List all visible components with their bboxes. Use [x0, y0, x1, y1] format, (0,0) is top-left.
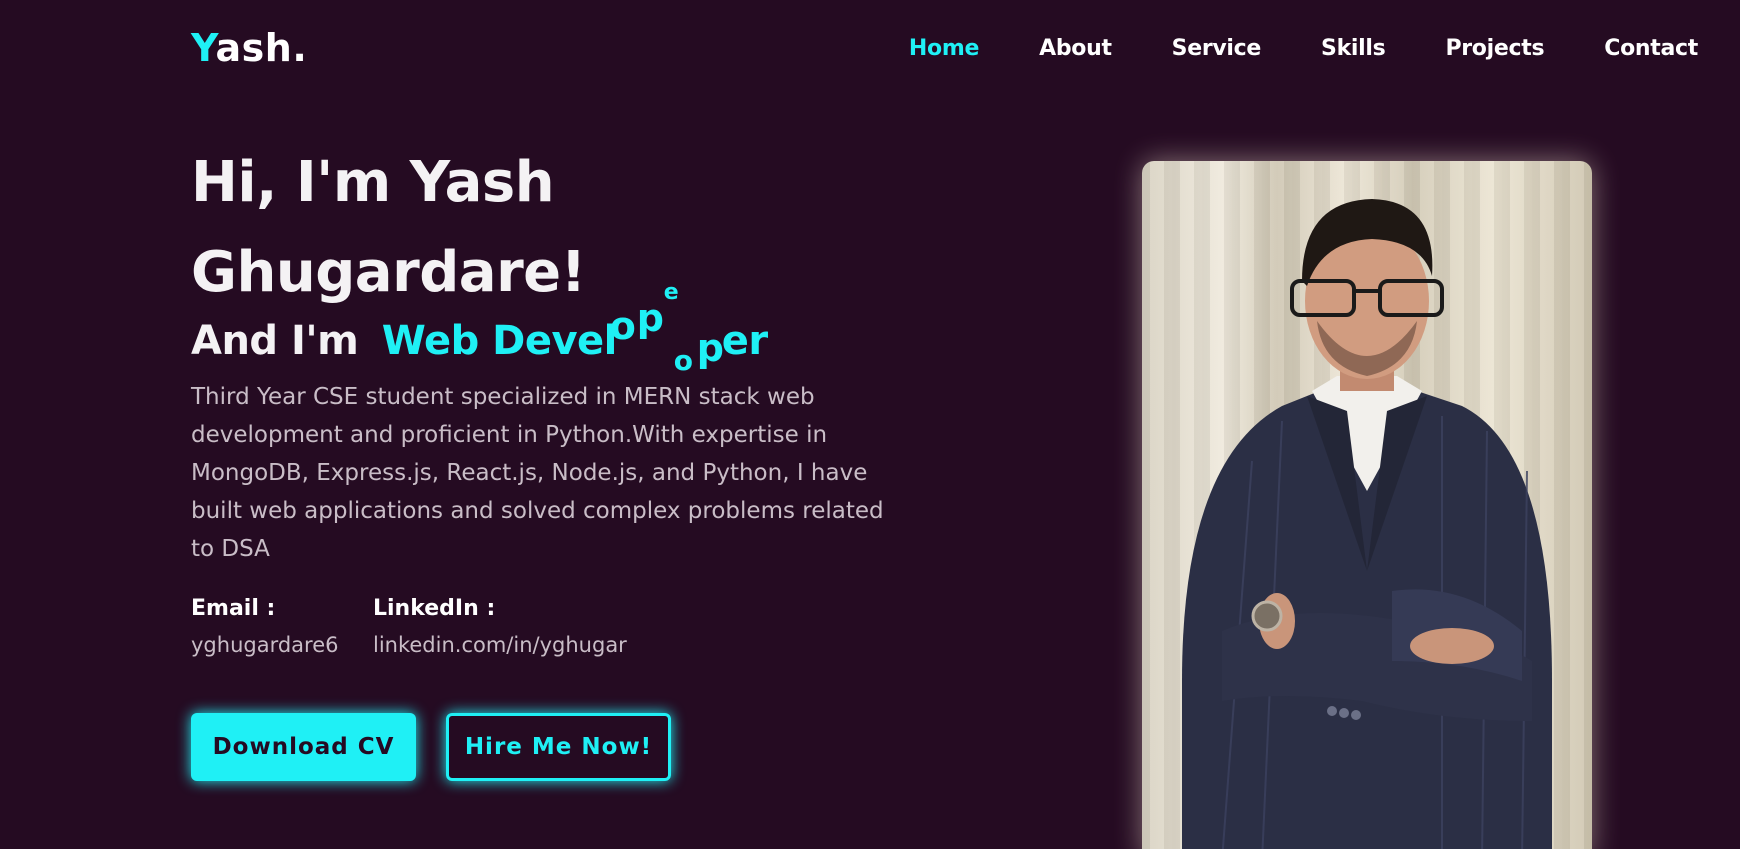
profile-photo: [1142, 161, 1592, 849]
person-illustration: [1182, 199, 1552, 849]
role-fragment-3: e: [663, 280, 679, 305]
email-block: Email : yghugardare6: [191, 596, 339, 657]
email-value[interactable]: yghugardare6: [191, 633, 339, 657]
hero-description: Third Year CSE student specialized in ME…: [191, 384, 884, 562]
email-label: Email :: [191, 596, 276, 621]
main-nav: Home About Service Skills Projects Conta…: [849, 36, 1698, 61]
hero-subtitle: And I'm Web Devel o p e o p er: [191, 280, 768, 377]
site-logo[interactable]: Yash.: [191, 26, 307, 70]
linkedin-value[interactable]: linkedin.com/in/yghugar: [373, 633, 627, 657]
hire-me-button[interactable]: Hire Me Now!: [446, 713, 671, 781]
subtitle-prefix: And I'm: [191, 318, 359, 364]
role-text: Web Devel o p e o p er: [381, 280, 768, 377]
nav-about[interactable]: About: [1039, 36, 1112, 61]
nav-service[interactable]: Service: [1172, 36, 1262, 61]
logo-rest: ash.: [215, 26, 308, 70]
nav-home[interactable]: Home: [909, 36, 979, 61]
hero-title-line1: Hi, I'm Yash: [191, 150, 555, 215]
role-fragment-6: er: [721, 318, 768, 364]
role-text-main: Web Devel: [381, 318, 618, 364]
hero-title-line2: Ghugardare!: [191, 240, 586, 305]
linkedin-block: LinkedIn : linkedin.com/in/yghugar: [373, 596, 627, 657]
nav-skills[interactable]: Skills: [1321, 36, 1386, 61]
role-fragment-1: o: [609, 304, 636, 348]
download-cv-button[interactable]: Download CV: [191, 713, 416, 781]
nav-projects[interactable]: Projects: [1445, 36, 1544, 61]
nav-contact[interactable]: Contact: [1604, 36, 1698, 61]
portfolio-page: Yash. Home About Service Skills Projects…: [0, 0, 1740, 849]
hero-title: Hi, I'm Yash Ghugardare!: [191, 138, 586, 318]
role-fragment-5: p: [696, 326, 724, 370]
linkedin-label: LinkedIn :: [373, 596, 496, 621]
logo-initial: Y: [191, 26, 216, 70]
role-fragment-4: o: [673, 344, 693, 377]
role-fragment-2: p: [636, 296, 664, 340]
